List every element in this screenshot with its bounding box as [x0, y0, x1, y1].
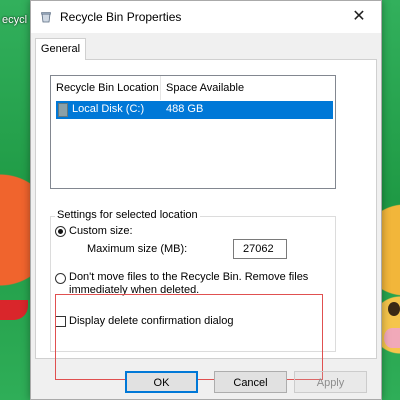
column-header-space[interactable]: Space Available [161, 76, 335, 100]
max-size-input[interactable] [233, 239, 287, 259]
close-button[interactable]: ✕ [345, 3, 373, 31]
wallpaper-decoration [384, 328, 400, 348]
dialog-body: General Recycle Bin Location Space Avail… [31, 33, 381, 399]
apply-button[interactable]: Apply [294, 371, 367, 393]
title-bar[interactable]: Recycle Bin Properties ✕ [31, 1, 381, 33]
dont-move-label-line2[interactable]: immediately when deleted. [69, 284, 199, 296]
custom-size-radio[interactable] [55, 226, 66, 237]
cancel-button[interactable]: Cancel [214, 371, 287, 393]
confirm-dialog-checkbox[interactable] [55, 316, 66, 327]
tab-general[interactable]: General [35, 38, 86, 60]
list-item[interactable]: Local Disk (C:) 488 GB [56, 101, 333, 119]
close-icon: ✕ [352, 8, 366, 25]
dont-move-label-line1[interactable]: Don't move files to the Recycle Bin. Rem… [69, 271, 308, 283]
recycle-bin-icon [40, 11, 52, 23]
window-title: Recycle Bin Properties [60, 10, 182, 24]
ok-button[interactable]: OK [125, 371, 198, 393]
settings-group-title: Settings for selected location [55, 209, 200, 221]
recycle-bin-properties-dialog: Recycle Bin Properties ✕ General Recycle… [30, 0, 382, 400]
max-size-label: Maximum size (MB): [87, 243, 188, 255]
confirm-dialog-label[interactable]: Display delete confirmation dialog [69, 315, 233, 327]
general-tab-panel: Recycle Bin Location Space Available Loc… [35, 59, 377, 380]
custom-size-label[interactable]: Custom size: [69, 225, 133, 237]
location-cell: Local Disk (C:) [72, 103, 145, 115]
desktop-icon-label[interactable]: ecycl [2, 14, 27, 26]
location-list[interactable]: Recycle Bin Location Space Available Loc… [50, 75, 336, 189]
wallpaper-decoration [388, 302, 400, 316]
column-header-location[interactable]: Recycle Bin Location [51, 76, 161, 100]
settings-group: Settings for selected location Custom si… [50, 209, 336, 352]
dont-move-radio[interactable] [55, 273, 66, 284]
drive-icon [58, 103, 68, 117]
space-cell: 488 GB [166, 103, 204, 115]
